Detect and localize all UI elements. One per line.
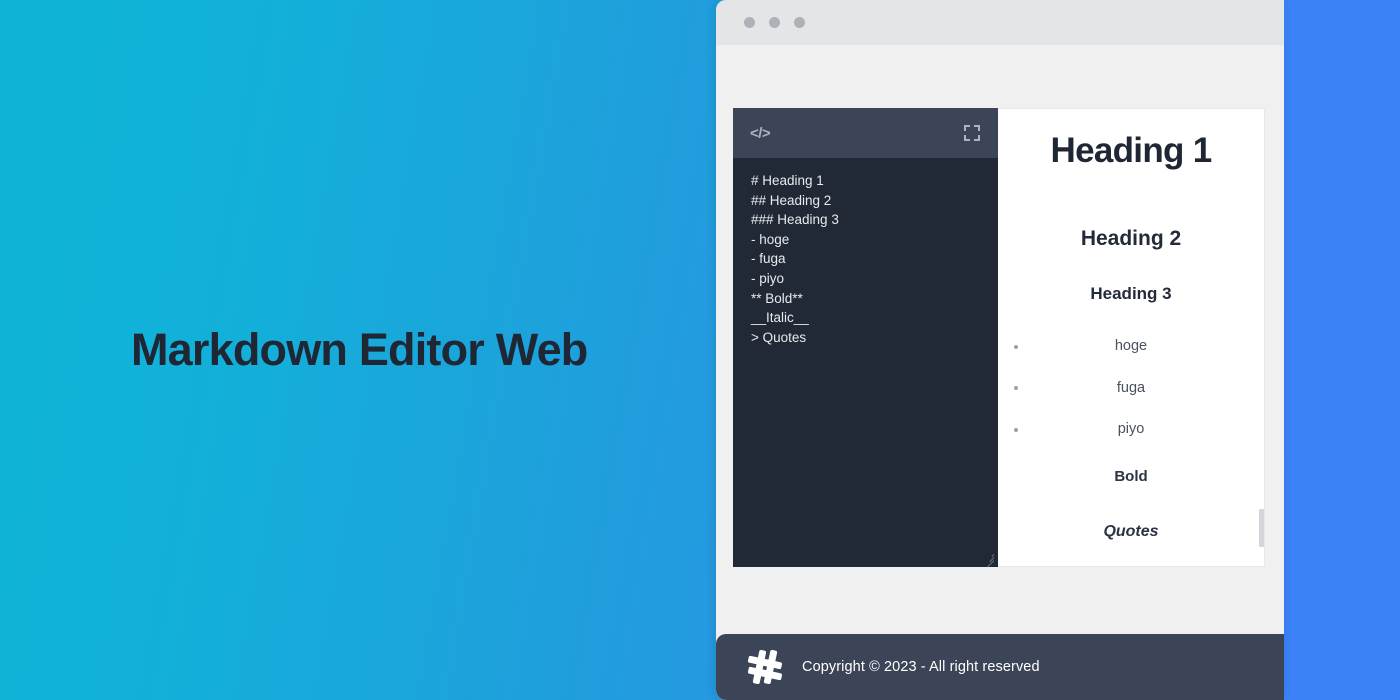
preview-scrollbar-thumb[interactable]	[1259, 509, 1264, 547]
browser-window: </> Heading 1 Heading 2	[716, 0, 1284, 700]
page-title: Markdown Editor Web	[131, 324, 588, 375]
preview-quote-text: Quotes	[1103, 523, 1159, 541]
browser-titlebar	[716, 0, 1284, 45]
preview-heading-3: Heading 3	[1090, 283, 1172, 303]
markdown-input[interactable]	[733, 158, 998, 567]
preview-content: Heading 1 Heading 2 Heading 3 hoge fuga …	[998, 109, 1264, 562]
preview-heading-2: Heading 2	[1080, 226, 1182, 250]
expand-icon[interactable]	[964, 125, 980, 141]
list-item: hoge	[1014, 326, 1248, 367]
markdown-editor-pane: </>	[733, 108, 998, 568]
editor-preview-row: </> Heading 1 Heading 2	[733, 108, 1265, 568]
minimize-dot-icon[interactable]	[769, 17, 780, 28]
editor-toolbar: </>	[733, 108, 998, 158]
page-viewport: </> Heading 1 Heading 2	[716, 45, 1284, 634]
preview-list: hoge fuga piyo	[1014, 326, 1248, 450]
list-item: fuga	[1014, 368, 1248, 409]
maximize-dot-icon[interactable]	[794, 17, 805, 28]
close-dot-icon[interactable]	[744, 17, 755, 28]
code-icon[interactable]: </>	[750, 126, 771, 141]
preview-bold-text: Bold	[1114, 468, 1148, 486]
page-root: Markdown Editor Web </> # Heading 1 ## H…	[0, 0, 1400, 700]
hash-logo-icon	[746, 648, 784, 686]
markdown-preview-pane: Heading 1 Heading 2 Heading 3 hoge fuga …	[998, 108, 1265, 567]
list-item: piyo	[1014, 409, 1248, 450]
copyright-text: Copyright © 2023 - All right reserved	[802, 659, 1040, 675]
site-footer: Copyright © 2023 - All right reserved	[716, 634, 1284, 700]
preview-heading-1: Heading 1	[1050, 131, 1213, 170]
